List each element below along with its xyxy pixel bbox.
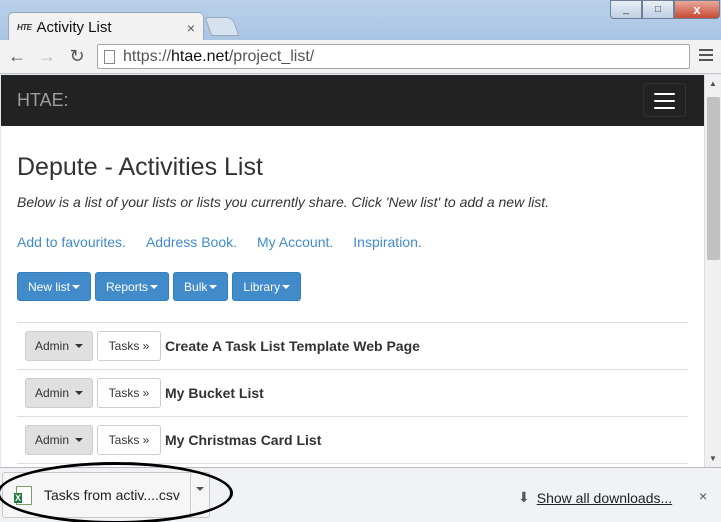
caret-down-icon — [75, 391, 83, 395]
url-host: htae.net — [171, 47, 229, 65]
show-all-downloads-link[interactable]: Show all downloads... — [537, 490, 672, 506]
url-text: https://htae.net/project_list/ — [123, 48, 314, 66]
browser-toolbar: ← → ↻ https://htae.net/project_list/ — [0, 40, 721, 74]
caret-down-icon — [195, 487, 204, 491]
close-window-button[interactable]: x — [674, 0, 720, 19]
admin-label: Admin — [34, 386, 69, 400]
caret-down-icon — [209, 284, 218, 289]
scroll-up-icon[interactable]: ▲ — [705, 75, 721, 92]
admin-label: Admin — [34, 433, 69, 447]
activity-list: Admin Tasks » Create A Task List Templat… — [17, 322, 688, 467]
inspiration-link[interactable]: Inspiration. — [353, 234, 421, 250]
download-item[interactable]: Tasks from activ....csv — [0, 462, 233, 522]
caret-down-icon — [75, 438, 83, 442]
caret-down-icon — [150, 284, 159, 289]
forward-button[interactable]: → — [34, 44, 60, 70]
tab-title: Activity List — [36, 19, 112, 36]
reports-button[interactable]: Reports — [95, 272, 170, 301]
page-scrollbar[interactable]: ▲ ▼ — [704, 75, 721, 467]
address-bar[interactable]: https://htae.net/project_list/ — [97, 44, 690, 69]
tab-close-icon[interactable]: × — [187, 20, 195, 36]
list-title[interactable]: My Christmas Card List — [165, 432, 321, 448]
new-list-label: New list — [28, 279, 71, 294]
download-shelf: Tasks from activ....csv ⬇ Show all downl… — [0, 462, 721, 522]
list-title[interactable]: Create A Task List Template Web Page — [165, 338, 420, 354]
my-account-link[interactable]: My Account. — [257, 234, 333, 250]
page-title: Depute - Activities List — [17, 153, 263, 181]
url-scheme: https:// — [123, 47, 172, 65]
quick-links: Add to favourites. Address Book. My Acco… — [17, 234, 422, 250]
page-icon — [104, 49, 115, 64]
scroll-thumb[interactable] — [707, 97, 720, 260]
address-book-link[interactable]: Address Book. — [146, 234, 237, 250]
close-shelf-icon[interactable]: × — [699, 488, 707, 504]
admin-dropdown-button[interactable]: Admin — [25, 378, 93, 408]
download-options-button[interactable] — [190, 473, 208, 517]
library-button[interactable]: Library — [232, 272, 302, 301]
admin-dropdown-button[interactable]: Admin — [25, 331, 93, 361]
url-path: /project_list/ — [228, 47, 315, 65]
browser-menu-icon[interactable] — [699, 49, 713, 64]
tasks-button[interactable]: Tasks » — [97, 425, 161, 455]
window-titlebar: HTE Activity List × _ □ x — [0, 0, 721, 42]
bulk-label: Bulk — [184, 279, 208, 294]
caret-down-icon — [75, 344, 83, 348]
list-item: Admin Tasks » Create A Task List Templat… — [17, 322, 688, 369]
tasks-button[interactable]: Tasks » — [97, 378, 161, 408]
add-to-favourites-link[interactable]: Add to favourites. — [17, 234, 126, 250]
excel-file-icon — [14, 485, 32, 505]
admin-dropdown-button[interactable]: Admin — [25, 425, 93, 455]
download-arrow-icon: ⬇ — [518, 489, 530, 505]
page-description: Below is a list of your lists or lists y… — [17, 194, 550, 210]
maximize-button[interactable]: □ — [642, 0, 674, 19]
list-title[interactable]: My Bucket List — [165, 385, 264, 401]
page-viewport: HTAE: Depute - Activities List Below is … — [1, 75, 704, 467]
admin-label: Admin — [34, 339, 69, 353]
site-navbar: HTAE: — [1, 75, 704, 126]
favicon-icon: HTE — [17, 23, 32, 32]
caret-down-icon — [282, 284, 291, 289]
caret-down-icon — [72, 284, 81, 289]
browser-tab[interactable]: HTE Activity List × — [8, 12, 204, 42]
new-tab-button[interactable] — [204, 17, 240, 36]
brand-logo[interactable]: HTAE: — [17, 90, 69, 111]
reload-button[interactable]: ↻ — [64, 44, 90, 70]
scroll-down-icon[interactable]: ▼ — [705, 450, 721, 467]
download-file-name: Tasks from activ....csv — [44, 487, 180, 503]
list-item: Admin Tasks » My Bucket List — [17, 369, 688, 416]
reports-label: Reports — [106, 279, 149, 294]
tasks-button[interactable]: Tasks » — [97, 331, 161, 361]
window-controls: _ □ x — [610, 0, 720, 19]
show-all-downloads: ⬇ Show all downloads... — [518, 489, 672, 506]
action-buttons: New list Reports Bulk Library — [17, 272, 302, 301]
list-item: Admin Tasks » My Christmas Card List — [17, 416, 688, 463]
bulk-button[interactable]: Bulk — [173, 272, 229, 301]
back-button[interactable]: ← — [4, 44, 30, 70]
new-list-button[interactable]: New list — [17, 272, 92, 301]
minimize-button[interactable]: _ — [610, 0, 642, 19]
library-label: Library — [243, 279, 281, 294]
hamburger-menu-icon[interactable] — [643, 83, 686, 117]
